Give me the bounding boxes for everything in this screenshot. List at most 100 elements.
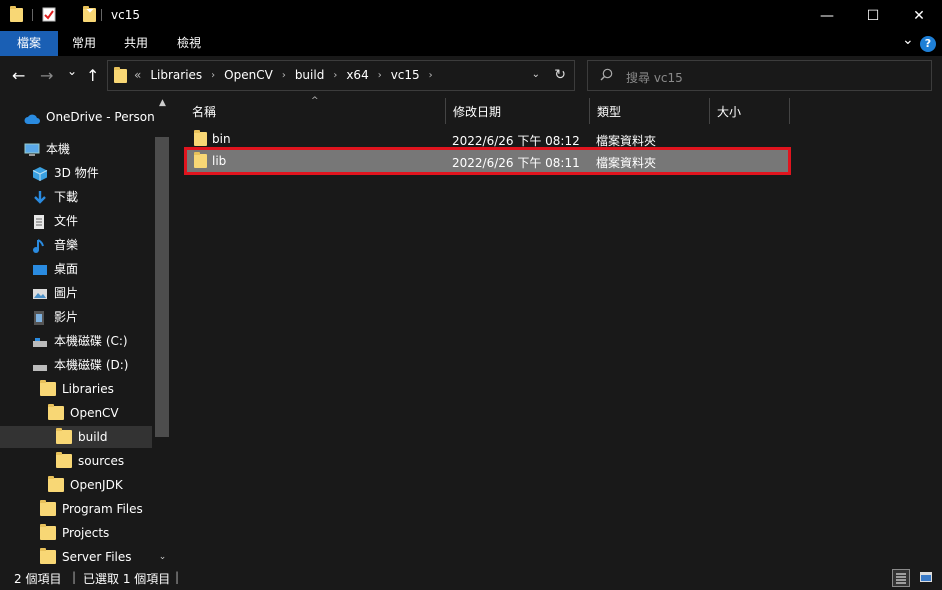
nav-item-label: Projects xyxy=(62,526,110,540)
title-bar: ⏷ vc15 — ☐ ✕ xyxy=(0,0,942,31)
item-count: 2 個項目 xyxy=(14,572,62,586)
sort-ascending-icon: ^ xyxy=(311,96,319,106)
maximize-button[interactable]: ☐ xyxy=(850,0,896,31)
selection-count: 已選取 1 個項目 xyxy=(83,572,171,586)
properties-icon[interactable] xyxy=(42,6,56,25)
refresh-icon[interactable]: ↻ xyxy=(554,67,566,83)
tab-view[interactable]: 檢視 xyxy=(162,31,216,56)
nav-scrollbar-thumb[interactable] xyxy=(155,137,169,437)
tab-file[interactable]: 檔案 xyxy=(0,31,58,56)
chevron-right-icon[interactable]: › xyxy=(282,70,286,81)
address-dropdown-icon[interactable]: ⌄ xyxy=(532,69,540,80)
column-divider[interactable] xyxy=(589,98,590,124)
nav-item-label: Server Files xyxy=(62,550,132,564)
address-bar[interactable]: « Libraries › OpenCV › build › x64 › vc1… xyxy=(107,60,575,91)
nav-item-drive-d[interactable]: 本機磁碟 (D:) xyxy=(32,354,128,376)
scroll-up-icon[interactable]: ▲ xyxy=(155,96,170,111)
nav-item-label: 影片 xyxy=(54,310,79,324)
minimize-button[interactable]: — xyxy=(804,0,850,31)
nav-item-label: 桌面 xyxy=(54,262,79,276)
column-divider[interactable] xyxy=(789,98,790,124)
help-icon[interactable]: ? xyxy=(920,36,936,52)
nav-item-desktop[interactable]: 桌面 xyxy=(32,258,78,280)
column-divider[interactable] xyxy=(709,98,710,124)
nav-item-label: 文件 xyxy=(54,214,79,228)
nav-item-label: 圖片 xyxy=(54,286,79,300)
document-icon xyxy=(32,214,48,229)
large-icons-view-icon[interactable] xyxy=(918,569,936,587)
cloud-icon xyxy=(24,110,40,124)
folder-icon xyxy=(40,547,56,564)
desktop-icon xyxy=(32,262,48,276)
drive-icon xyxy=(32,334,48,348)
nav-item-sources[interactable]: sources xyxy=(56,450,124,472)
nav-item-label: Libraries xyxy=(62,382,114,396)
nav-item-pictures[interactable]: 圖片 xyxy=(32,282,78,304)
breadcrumb-item[interactable]: OpenCV xyxy=(224,68,273,82)
nav-item-projects[interactable]: Projects xyxy=(40,522,109,544)
breadcrumb-item[interactable]: build xyxy=(295,68,325,82)
tab-home[interactable]: 常用 xyxy=(58,31,110,56)
search-icon xyxy=(600,68,613,85)
video-icon xyxy=(32,310,48,325)
status-bar: 2 個項目 | 已選取 1 個項目 | xyxy=(0,566,942,590)
close-button[interactable]: ✕ xyxy=(896,0,942,31)
folder-icon xyxy=(194,152,207,168)
nav-item-openjdk[interactable]: OpenJDK xyxy=(48,474,123,496)
nav-item-music[interactable]: 音樂 xyxy=(32,234,78,256)
customize-toolbar-icon[interactable]: ⏷ xyxy=(86,6,94,17)
folder-icon xyxy=(114,67,127,83)
file-modified: 2022/6/26 下午 08:11 xyxy=(452,156,580,170)
folder-icon xyxy=(48,475,64,492)
nav-item-libraries[interactable]: Libraries xyxy=(40,378,114,400)
breadcrumb-item[interactable]: Libraries xyxy=(150,68,202,82)
cube-icon xyxy=(32,166,48,181)
nav-item-opencv[interactable]: OpenCV xyxy=(48,402,119,424)
search-placeholder: 搜尋 vc15 xyxy=(626,71,683,85)
nav-item-label: OpenCV xyxy=(70,406,119,420)
recent-locations-button[interactable]: ⌄ xyxy=(67,64,77,78)
file-modified: 2022/6/26 下午 08:12 xyxy=(452,134,580,148)
forward-button[interactable]: → xyxy=(40,66,53,85)
breadcrumb-overflow[interactable]: « xyxy=(134,68,141,82)
nav-item-label: OneDrive - Persona xyxy=(46,110,163,124)
nav-item-this-pc[interactable]: 本機 xyxy=(24,138,70,160)
nav-item-onedrive[interactable]: OneDrive - Persona xyxy=(24,106,162,128)
column-header-size[interactable]: 大小 xyxy=(717,100,741,124)
nav-item-documents[interactable]: 文件 xyxy=(32,210,78,232)
nav-item-label: 下載 xyxy=(54,190,79,204)
expand-ribbon-icon[interactable]: ⌄ xyxy=(902,32,914,48)
divider: | xyxy=(175,570,180,584)
search-input[interactable]: 搜尋 vc15 xyxy=(587,60,932,91)
nav-item-server-files[interactable]: Server Files xyxy=(40,546,132,566)
column-header-modified[interactable]: 修改日期 xyxy=(453,100,501,124)
chevron-right-icon[interactable]: › xyxy=(211,70,215,81)
chevron-right-icon[interactable]: › xyxy=(429,70,433,81)
nav-item-downloads[interactable]: 下載 xyxy=(32,186,78,208)
breadcrumb-item[interactable]: vc15 xyxy=(391,68,420,82)
file-list: ^ 名稱 修改日期 類型 大小 bin 2022/6/26 下午 08:12 檔… xyxy=(176,96,942,566)
breadcrumb-item[interactable]: x64 xyxy=(346,68,368,82)
column-header-name[interactable]: 名稱 xyxy=(192,100,216,124)
nav-item-label: 音樂 xyxy=(54,238,79,252)
details-view-icon[interactable] xyxy=(892,569,910,587)
chevron-right-icon[interactable]: › xyxy=(378,70,382,81)
nav-item-build[interactable]: build xyxy=(0,426,152,448)
tab-share[interactable]: 共用 xyxy=(110,31,162,56)
column-divider[interactable] xyxy=(445,98,446,124)
nav-item-videos[interactable]: 影片 xyxy=(32,306,78,328)
back-button[interactable]: ← xyxy=(12,66,25,85)
chevron-right-icon[interactable]: › xyxy=(333,70,337,81)
up-button[interactable]: ↑ xyxy=(86,66,99,85)
folder-icon xyxy=(56,427,72,444)
nav-item-label: 本機磁碟 (C:) xyxy=(54,334,128,348)
column-header-type[interactable]: 類型 xyxy=(597,100,621,124)
nav-item-program-files[interactable]: Program Files xyxy=(40,498,143,520)
table-row[interactable]: bin 2022/6/26 下午 08:12 檔案資料夾 xyxy=(187,128,788,150)
music-icon xyxy=(32,238,48,253)
table-row[interactable]: lib 2022/6/26 下午 08:11 檔案資料夾 xyxy=(184,147,791,175)
scroll-down-icon[interactable]: ⌄ xyxy=(155,549,170,566)
nav-item-drive-c[interactable]: 本機磁碟 (C:) xyxy=(32,330,128,352)
ribbon: 檔案 常用 共用 檢視 ⌄ ? xyxy=(0,31,942,56)
nav-item-3d-objects[interactable]: 3D 物件 xyxy=(32,162,99,184)
